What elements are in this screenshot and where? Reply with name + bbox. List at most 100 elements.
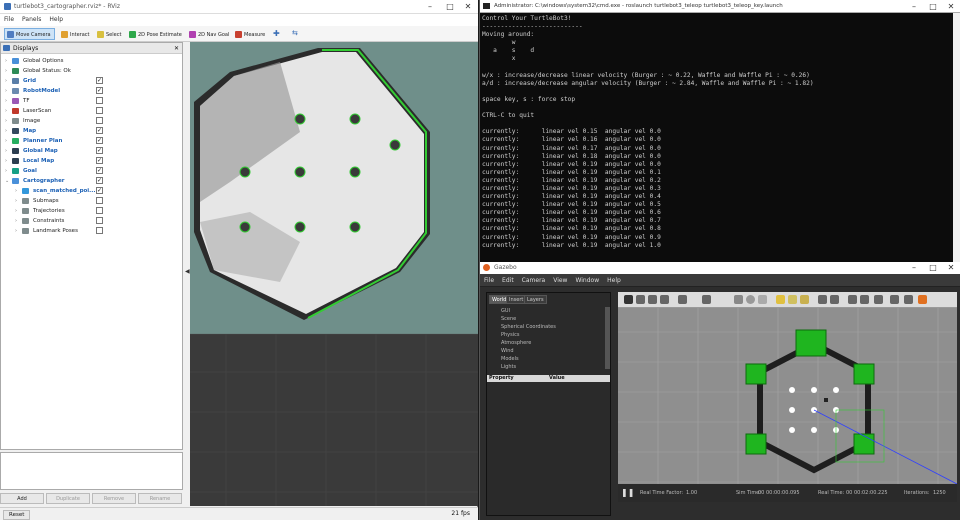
- gazebo-3d-scene[interactable]: [618, 292, 957, 502]
- world-tree-item[interactable]: Physics: [501, 331, 520, 339]
- display-checkbox[interactable]: [96, 207, 103, 214]
- collapse-arrow-icon[interactable]: ›: [5, 96, 11, 106]
- world-tree-item[interactable]: Spherical Coordinates: [501, 323, 556, 331]
- undo-icon[interactable]: [678, 295, 687, 304]
- menu-panels[interactable]: Panels: [18, 14, 45, 26]
- tool-2d-nav-goal[interactable]: 2D Nav Goal: [186, 28, 233, 40]
- translate-icon[interactable]: [636, 295, 645, 304]
- log-icon[interactable]: [904, 295, 913, 304]
- change-view-icon[interactable]: [874, 295, 883, 304]
- display-checkbox[interactable]: [96, 107, 103, 114]
- display-checkbox[interactable]: ✓: [96, 127, 103, 134]
- cylinder-shape-icon[interactable]: [758, 295, 767, 304]
- collapse-arrow-icon[interactable]: ›: [5, 56, 11, 66]
- minimize-icon[interactable]: –: [420, 0, 440, 14]
- maximize-icon[interactable]: □: [440, 0, 460, 14]
- collapse-arrow-icon[interactable]: ›: [15, 216, 21, 226]
- record-icon[interactable]: [918, 295, 927, 304]
- collapse-arrow-icon[interactable]: ›: [15, 206, 21, 216]
- display-item[interactable]: › Global Options: [5, 56, 181, 66]
- rviz-3d-viewport[interactable]: [190, 42, 478, 506]
- display-checkbox[interactable]: ✓: [96, 137, 103, 144]
- point-light-icon[interactable]: [776, 295, 785, 304]
- menu-window[interactable]: Window: [571, 274, 603, 287]
- menu-file[interactable]: File: [480, 274, 498, 287]
- align-icon[interactable]: [848, 295, 857, 304]
- spot-light-icon[interactable]: [788, 295, 797, 304]
- screenshot-icon[interactable]: [890, 295, 899, 304]
- menu-camera[interactable]: Camera: [518, 274, 550, 287]
- world-tree-item[interactable]: Models: [501, 355, 519, 363]
- sphere-shape-icon[interactable]: [746, 295, 755, 304]
- collapse-arrow-icon[interactable]: ›: [15, 196, 21, 206]
- display-item[interactable]: › Grid ✓: [5, 76, 181, 86]
- display-checkbox[interactable]: ✓: [96, 87, 103, 94]
- collapse-arrow-icon[interactable]: ›: [5, 66, 11, 76]
- display-item[interactable]: › Trajectories: [15, 206, 181, 216]
- display-checkbox[interactable]: ✓: [96, 147, 103, 154]
- display-item[interactable]: › Goal ✓: [5, 166, 181, 176]
- display-checkbox[interactable]: ✓: [96, 157, 103, 164]
- collapse-arrow-icon[interactable]: ›: [5, 86, 11, 96]
- menu-help[interactable]: Help: [45, 14, 67, 26]
- paste-icon[interactable]: [830, 295, 839, 304]
- display-item[interactable]: › TF: [5, 96, 181, 106]
- scale-icon[interactable]: [660, 295, 669, 304]
- collapse-arrow-icon[interactable]: ›: [5, 146, 11, 156]
- display-checkbox[interactable]: [96, 97, 103, 104]
- display-checkbox[interactable]: [96, 227, 103, 234]
- box-shape-icon[interactable]: [734, 295, 743, 304]
- duplicate-button[interactable]: Duplicate: [46, 493, 90, 504]
- terminal-output[interactable]: Control Your TurtleBot3! ----------------…: [482, 15, 952, 255]
- tool-move-camera[interactable]: Move Camera: [4, 28, 55, 40]
- collapse-arrow-icon[interactable]: ›: [5, 76, 11, 86]
- display-item[interactable]: › Global Map ✓: [5, 146, 181, 156]
- menu-view[interactable]: View: [549, 274, 571, 287]
- display-item[interactable]: › Image: [5, 116, 181, 126]
- terminal-scrollbar[interactable]: [953, 13, 960, 262]
- menu-help[interactable]: Help: [603, 274, 625, 287]
- panel-close-icon[interactable]: ✕: [174, 43, 179, 54]
- display-checkbox[interactable]: ✓: [96, 187, 103, 194]
- maximize-icon[interactable]: □: [923, 0, 943, 14]
- display-item[interactable]: › Map ✓: [5, 126, 181, 136]
- snap-icon[interactable]: [860, 295, 869, 304]
- expand-arrow-icon[interactable]: ⌄: [5, 176, 11, 186]
- collapse-arrow-icon[interactable]: ›: [15, 186, 21, 196]
- display-item[interactable]: › LaserScan: [5, 106, 181, 116]
- display-checkbox[interactable]: [96, 197, 103, 204]
- reset-button[interactable]: Reset: [3, 510, 31, 520]
- rename-button[interactable]: Rename: [138, 493, 182, 504]
- display-item[interactable]: › Submaps: [15, 196, 181, 206]
- collapse-left-icon[interactable]: ◀: [185, 268, 190, 275]
- display-item[interactable]: › RobotModel ✓: [5, 86, 181, 96]
- tab-layers[interactable]: Layers: [524, 295, 547, 304]
- world-tree-item[interactable]: Lights: [501, 363, 516, 369]
- redo-icon[interactable]: [702, 295, 711, 304]
- world-tree-item[interactable]: Atmosphere: [501, 339, 531, 347]
- display-item[interactable]: › Global Status: Ok: [5, 66, 181, 76]
- collapse-arrow-icon[interactable]: ›: [15, 226, 21, 236]
- select-mode-icon[interactable]: [624, 295, 633, 304]
- world-tree-item[interactable]: Wind: [501, 347, 514, 355]
- tool-2d-pose-estimate[interactable]: 2D Pose Estimate: [126, 28, 186, 40]
- tool-measure[interactable]: Measure: [232, 28, 269, 40]
- menu-edit[interactable]: Edit: [498, 274, 518, 287]
- display-item[interactable]: › scan_matched_poi... ✓: [15, 186, 181, 196]
- pause-icon[interactable]: ❚❚: [621, 484, 634, 502]
- add-button[interactable]: Add: [0, 493, 44, 504]
- menu-file[interactable]: File: [0, 14, 18, 26]
- tool-select[interactable]: Select: [94, 28, 125, 40]
- collapse-arrow-icon[interactable]: ›: [5, 116, 11, 126]
- display-checkbox[interactable]: ✓: [96, 177, 103, 184]
- add-tool-icon[interactable]: ✚: [273, 29, 280, 38]
- collapse-arrow-icon[interactable]: ›: [5, 136, 11, 146]
- display-item[interactable]: › Local Map ✓: [5, 156, 181, 166]
- tool-dropdown-icon[interactable]: ⇆: [292, 29, 298, 37]
- display-checkbox[interactable]: ✓: [96, 77, 103, 84]
- world-tree-item[interactable]: Scene: [501, 315, 516, 323]
- tool-interact[interactable]: Interact: [58, 28, 94, 40]
- display-item[interactable]: › Constraints: [15, 216, 181, 226]
- display-checkbox[interactable]: ✓: [96, 167, 103, 174]
- copy-icon[interactable]: [818, 295, 827, 304]
